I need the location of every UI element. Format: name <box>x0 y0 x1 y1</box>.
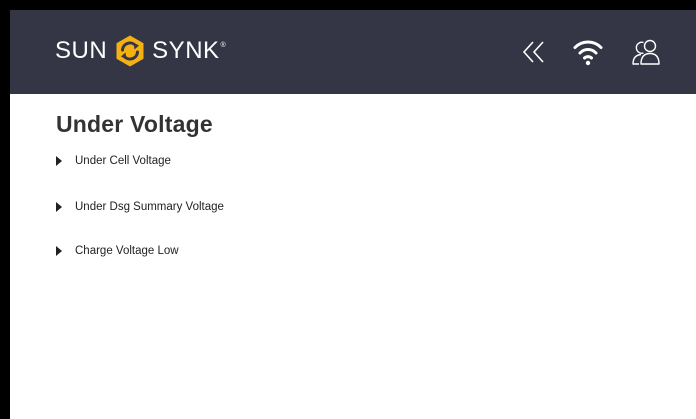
logo-hexagon-icon <box>116 35 144 67</box>
list-item-under-dsg-summary-voltage[interactable]: Under Dsg Summary Voltage <box>56 197 224 217</box>
sunsynk-logo: SUN SYNK ® <box>55 31 226 71</box>
list-item-label: Under Cell Voltage <box>75 155 171 167</box>
back-button[interactable] <box>519 36 551 68</box>
users-icon <box>632 39 660 65</box>
list-item-under-cell-voltage[interactable]: Under Cell Voltage <box>56 151 171 171</box>
registered-mark: ® <box>220 42 227 49</box>
logo-text-left: SUN <box>55 37 108 64</box>
wifi-icon <box>573 40 603 66</box>
caret-right-icon <box>56 246 62 256</box>
logo-text-right: SYNK <box>152 37 220 64</box>
list-item-charge-voltage-low[interactable]: Charge Voltage Low <box>56 241 179 261</box>
app-frame: SUN SYNK ® Under Voltage Under Cell Volt… <box>10 10 696 419</box>
caret-right-icon <box>56 202 62 212</box>
caret-right-icon <box>56 156 62 166</box>
chevrons-left-icon <box>522 41 544 63</box>
list-item-label: Charge Voltage Low <box>75 245 179 257</box>
account-button[interactable] <box>630 36 662 68</box>
wifi-status-button[interactable] <box>572 36 604 68</box>
page-title: Under Voltage <box>56 111 213 137</box>
top-bar: SUN SYNK ® <box>10 10 696 94</box>
list-item-label: Under Dsg Summary Voltage <box>75 201 224 213</box>
